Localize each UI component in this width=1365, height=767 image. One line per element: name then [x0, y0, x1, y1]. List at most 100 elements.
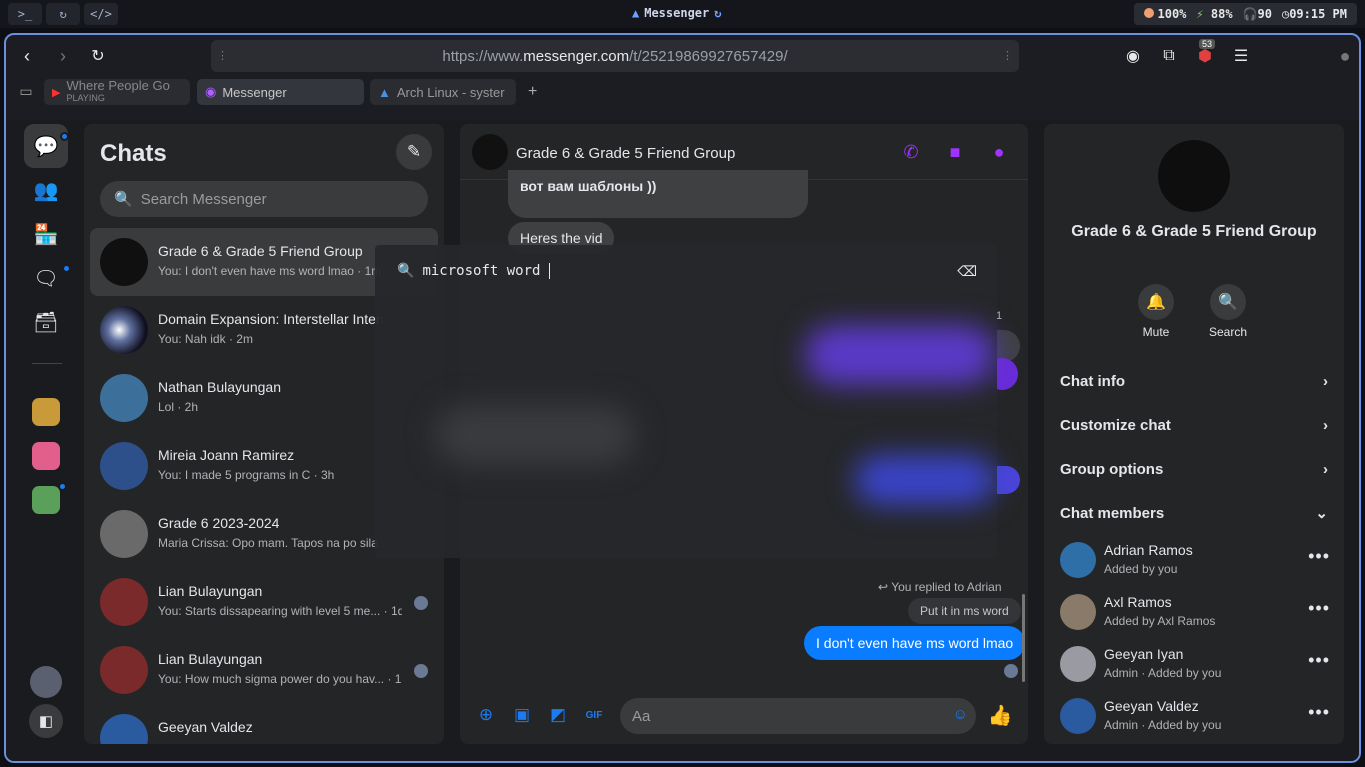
search-icon: 🔍: [1218, 294, 1238, 311]
youtube-icon: ▶: [52, 86, 61, 99]
more-icon[interactable]: •••: [1308, 598, 1330, 619]
message-bubble[interactable]: вот вам шаблоны )): [508, 170, 808, 218]
chevron-right-icon: ›: [1323, 416, 1328, 434]
phone-icon[interactable]: ✆: [900, 141, 922, 163]
ublock-icon[interactable]: ⬢: [1195, 46, 1215, 66]
member-name: Adrian Ramos: [1104, 542, 1193, 558]
member-row[interactable]: Geeyan Valdez Admin · Added by you •••: [1060, 694, 1330, 738]
chat-preview: You: I made 5 programs in C · 3h: [158, 468, 335, 482]
divider: [32, 363, 62, 364]
arch-icon: ▲: [632, 6, 640, 20]
community-icon[interactable]: [24, 390, 68, 434]
conversation-title[interactable]: Grade 6 & Grade 5 Friend Group: [516, 145, 735, 162]
sidebar-toggle-icon[interactable]: ◧: [29, 704, 63, 738]
blurred-content: [435, 405, 635, 465]
status-area: 100% ⚡ 88% 🎧90 ◷09:15 PM: [1133, 3, 1357, 25]
requests-icon[interactable]: 🗨: [24, 256, 68, 300]
chats-icon[interactable]: 💬: [24, 124, 68, 168]
scrollbar[interactable]: [1022, 594, 1025, 682]
sticker-icon[interactable]: ◩: [548, 705, 568, 725]
reload-button[interactable]: ↻: [87, 45, 109, 67]
chat-preview: You: How much sigma power do you hav... …: [158, 672, 402, 686]
refresh-icon: ↻: [714, 6, 722, 20]
menu-icon[interactable]: ☰: [1231, 46, 1251, 66]
more-options-icon[interactable]: ●: [988, 141, 1010, 163]
account-icon[interactable]: ◉: [1123, 46, 1143, 66]
url-bar[interactable]: ⋮ https://www.messenger.com/t/2521986992…: [211, 40, 1019, 72]
list-item[interactable]: Geeyan Valdez: [90, 704, 438, 744]
mute-button[interactable]: 🔔: [1138, 284, 1174, 320]
member-sub: Added by Axl Ramos: [1104, 614, 1216, 628]
seen-avatar: [414, 664, 428, 678]
tab-messenger[interactable]: ◉ Messenger: [197, 79, 364, 105]
photo-icon[interactable]: ▣: [512, 705, 532, 725]
url-prefix: https://www.: [442, 47, 524, 65]
section-customize-chat[interactable]: Customize chat ›: [1060, 407, 1328, 443]
avatar: [1060, 594, 1096, 630]
people-icon[interactable]: 👥: [24, 168, 68, 212]
emoji-icon[interactable]: ☺: [953, 706, 968, 723]
chat-preview: Maria Crissa: Opo mam. Tapos na po sila.: [158, 536, 382, 550]
tab-youtube[interactable]: ▶ Where People Go PLAYING: [44, 79, 190, 105]
launcher-search-input[interactable]: 🔍 microsoft word: [397, 263, 551, 279]
reply-icon: ↩: [878, 580, 889, 594]
member-sub: Admin · Added by you: [1104, 666, 1222, 680]
search-input[interactable]: 🔍 Search Messenger: [100, 181, 428, 217]
member-row[interactable]: Adrian Ramos Added by you •••: [1060, 538, 1330, 582]
section-chat-info[interactable]: Chat info ›: [1060, 363, 1328, 399]
arch-icon: ▲: [378, 84, 391, 100]
archive-icon[interactable]: 🗃: [24, 300, 68, 344]
section-group-options[interactable]: Group options ›: [1060, 451, 1328, 487]
message-input[interactable]: Aa ☺: [620, 698, 976, 734]
chevron-right-icon: ›: [1323, 460, 1328, 478]
message-bubble[interactable]: I don't even have ms word lmao: [804, 626, 1026, 660]
avatar: [1060, 698, 1096, 734]
tab-bar: ▭ ▶ Where People Go PLAYING ◉ Messenger …: [6, 77, 1359, 107]
terminal-icon[interactable]: >_: [8, 3, 42, 25]
search-button[interactable]: 🔍: [1210, 284, 1246, 320]
video-icon[interactable]: ■: [944, 141, 966, 163]
avatar: [100, 578, 148, 626]
list-item[interactable]: Lian Bulayungan You: Starts dissapearing…: [90, 568, 438, 636]
new-tab-button[interactable]: +: [520, 79, 544, 105]
window-circle-icon[interactable]: ●: [1335, 46, 1355, 66]
more-icon[interactable]: •••: [1308, 702, 1330, 723]
gif-icon[interactable]: GIF: [584, 705, 604, 725]
extensions-icon[interactable]: ⧉: [1159, 46, 1179, 66]
community-icon[interactable]: [24, 434, 68, 478]
refresh-icon[interactable]: ↻: [46, 3, 80, 25]
chat-name: Lian Bulayungan: [158, 651, 263, 667]
tab-overview-icon[interactable]: ▭: [16, 81, 36, 101]
seen-avatar: [414, 596, 428, 610]
like-icon[interactable]: 👍: [988, 705, 1013, 727]
mute-label: Mute: [1142, 325, 1170, 339]
quoted-message[interactable]: Put it in ms word: [908, 598, 1021, 624]
chevron-down-icon: ⌄: [1315, 505, 1328, 522]
page-title: Chats: [100, 140, 167, 167]
avatar: [100, 238, 148, 286]
marketplace-icon[interactable]: 🏪: [24, 212, 68, 256]
list-item[interactable]: Lian Bulayungan You: How much sigma powe…: [90, 636, 438, 704]
plus-icon[interactable]: ⊕: [476, 705, 496, 725]
back-button[interactable]: ‹: [16, 45, 38, 67]
more-icon[interactable]: •••: [1308, 546, 1330, 567]
clear-icon[interactable]: ⌫: [957, 263, 977, 280]
chat-name: Domain Expansion: Interstellar Interstel…: [158, 311, 382, 327]
chat-preview: Lol · 2h: [158, 400, 199, 414]
search-icon: 🔍: [397, 263, 415, 279]
member-row[interactable]: Geeyan Iyan Admin · Added by you •••: [1060, 642, 1330, 686]
tab-arch[interactable]: ▲ Arch Linux - syster: [370, 79, 516, 105]
member-sub: Added by you: [1104, 562, 1178, 576]
forward-button[interactable]: ›: [52, 45, 74, 67]
more-icon[interactable]: •••: [1308, 650, 1330, 671]
section-label: Group options: [1060, 460, 1164, 478]
code-icon[interactable]: </>: [84, 3, 118, 25]
new-message-button[interactable]: ✎: [396, 134, 432, 170]
profile-avatar[interactable]: [24, 660, 68, 704]
member-sub: Admin · Added by you: [1104, 718, 1222, 732]
avatar[interactable]: [472, 134, 508, 170]
section-chat-members[interactable]: Chat members ⌄: [1060, 495, 1328, 531]
drag-handle-icon: ⋮: [217, 50, 228, 62]
member-row[interactable]: Axl Ramos Added by Axl Ramos •••: [1060, 590, 1330, 634]
url-domain: messenger.com: [523, 47, 630, 65]
